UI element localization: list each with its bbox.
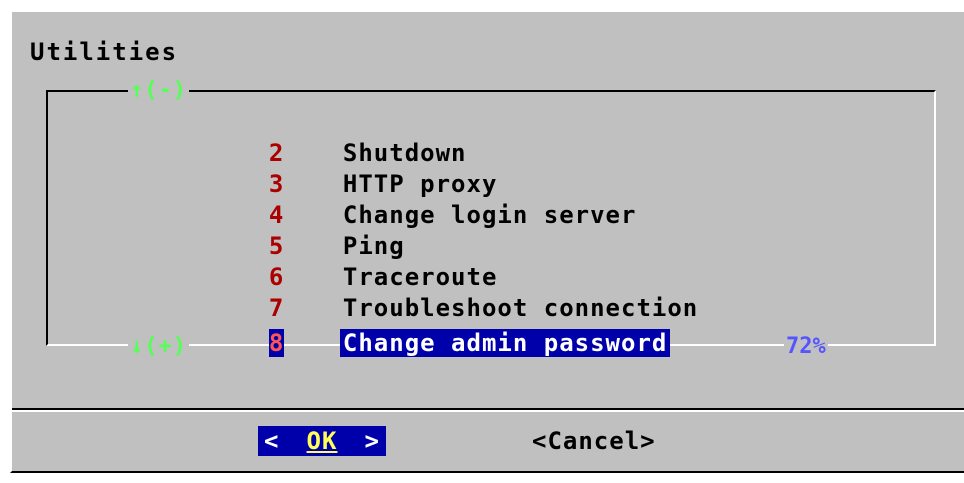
menu-item-troubleshoot-connection[interactable]: 7 Troubleshoot connection xyxy=(238,263,698,322)
scroll-percent: 72% xyxy=(784,334,828,359)
menu-item-http-proxy[interactable]: 3 HTTP proxy xyxy=(238,139,497,198)
button-area-separator xyxy=(12,408,964,412)
menu-item-ping[interactable]: 5 Ping xyxy=(238,201,405,260)
ok-right-bracket: > xyxy=(364,427,380,455)
menu-item-traceroute[interactable]: 6 Traceroute xyxy=(238,232,497,291)
selected-key-highlight: 8 xyxy=(268,329,285,357)
menu-item-change-login-server[interactable]: 4 Change login server xyxy=(238,170,636,229)
cancel-button[interactable]: <Cancel> xyxy=(532,426,656,456)
scroll-up-indicator[interactable]: ↑(-) xyxy=(128,79,189,103)
dialog-title: Utilities xyxy=(30,38,179,66)
ok-left-bracket: < xyxy=(264,427,280,455)
menu-item-change-admin-password[interactable]: 8 Change admin password xyxy=(238,298,671,357)
scroll-down-indicator[interactable]: ↓(+) xyxy=(128,335,189,359)
menu-item-shutdown[interactable]: 2 Shutdown xyxy=(238,108,467,167)
menu-item-label: Change admin password xyxy=(339,329,671,357)
ok-button[interactable]: < OK > xyxy=(258,426,386,456)
menu-item-key: 8 xyxy=(268,328,343,358)
ok-label: OK xyxy=(306,427,338,455)
